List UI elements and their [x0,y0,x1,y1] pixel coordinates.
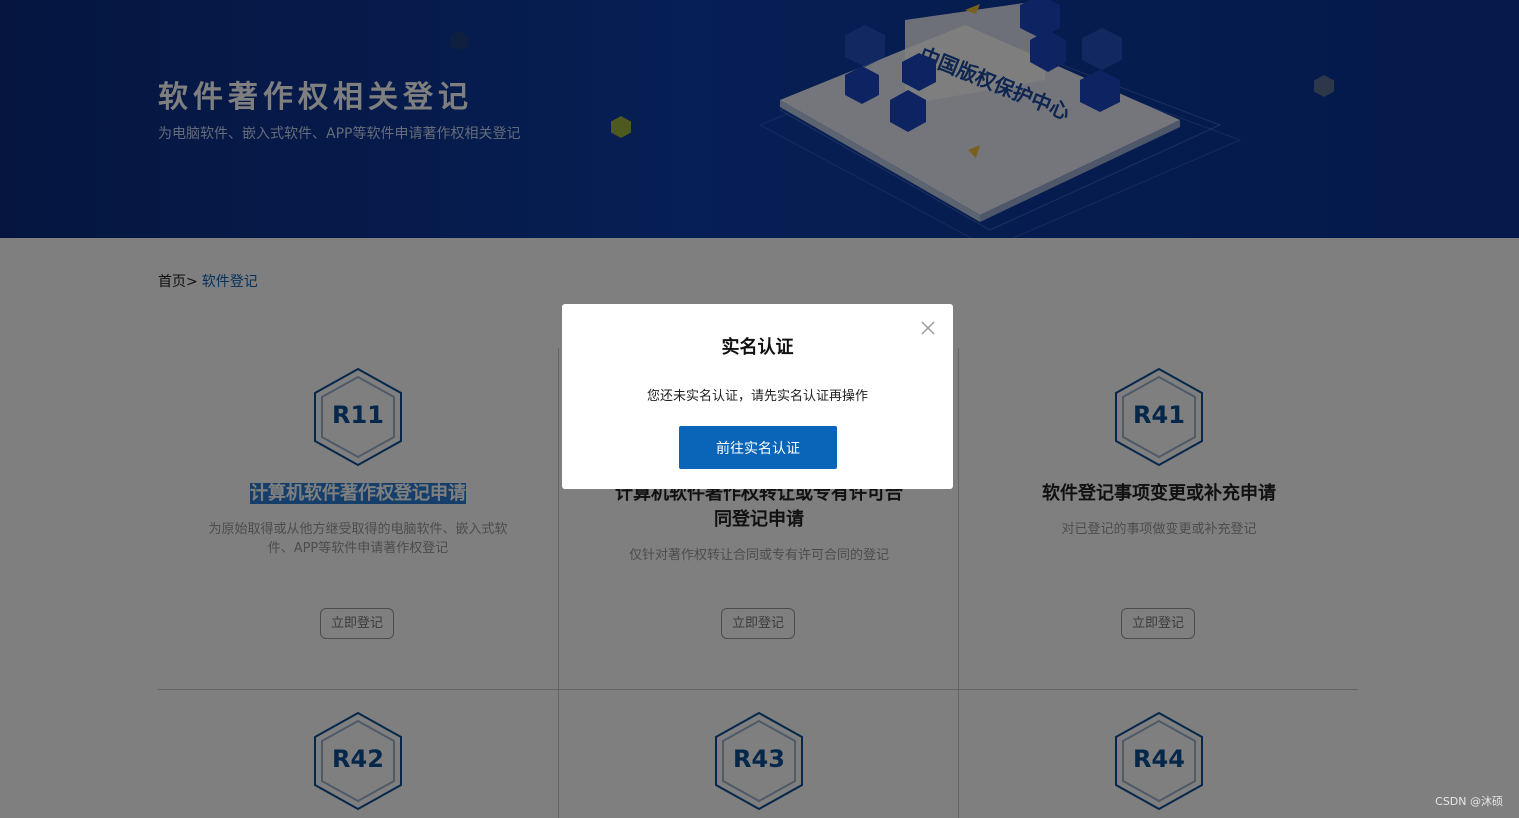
real-name-auth-dialog: 实名认证 您还未实名认证，请先实名认证再操作 前往实名认证 [562,304,953,489]
watermark: CSDN @沐硕 [1435,795,1503,808]
dialog-message: 您还未实名认证，请先实名认证再操作 [646,389,868,404]
go-to-verification-button[interactable]: 前往实名认证 [679,426,837,469]
dialog-title: 实名认证 [721,337,794,358]
